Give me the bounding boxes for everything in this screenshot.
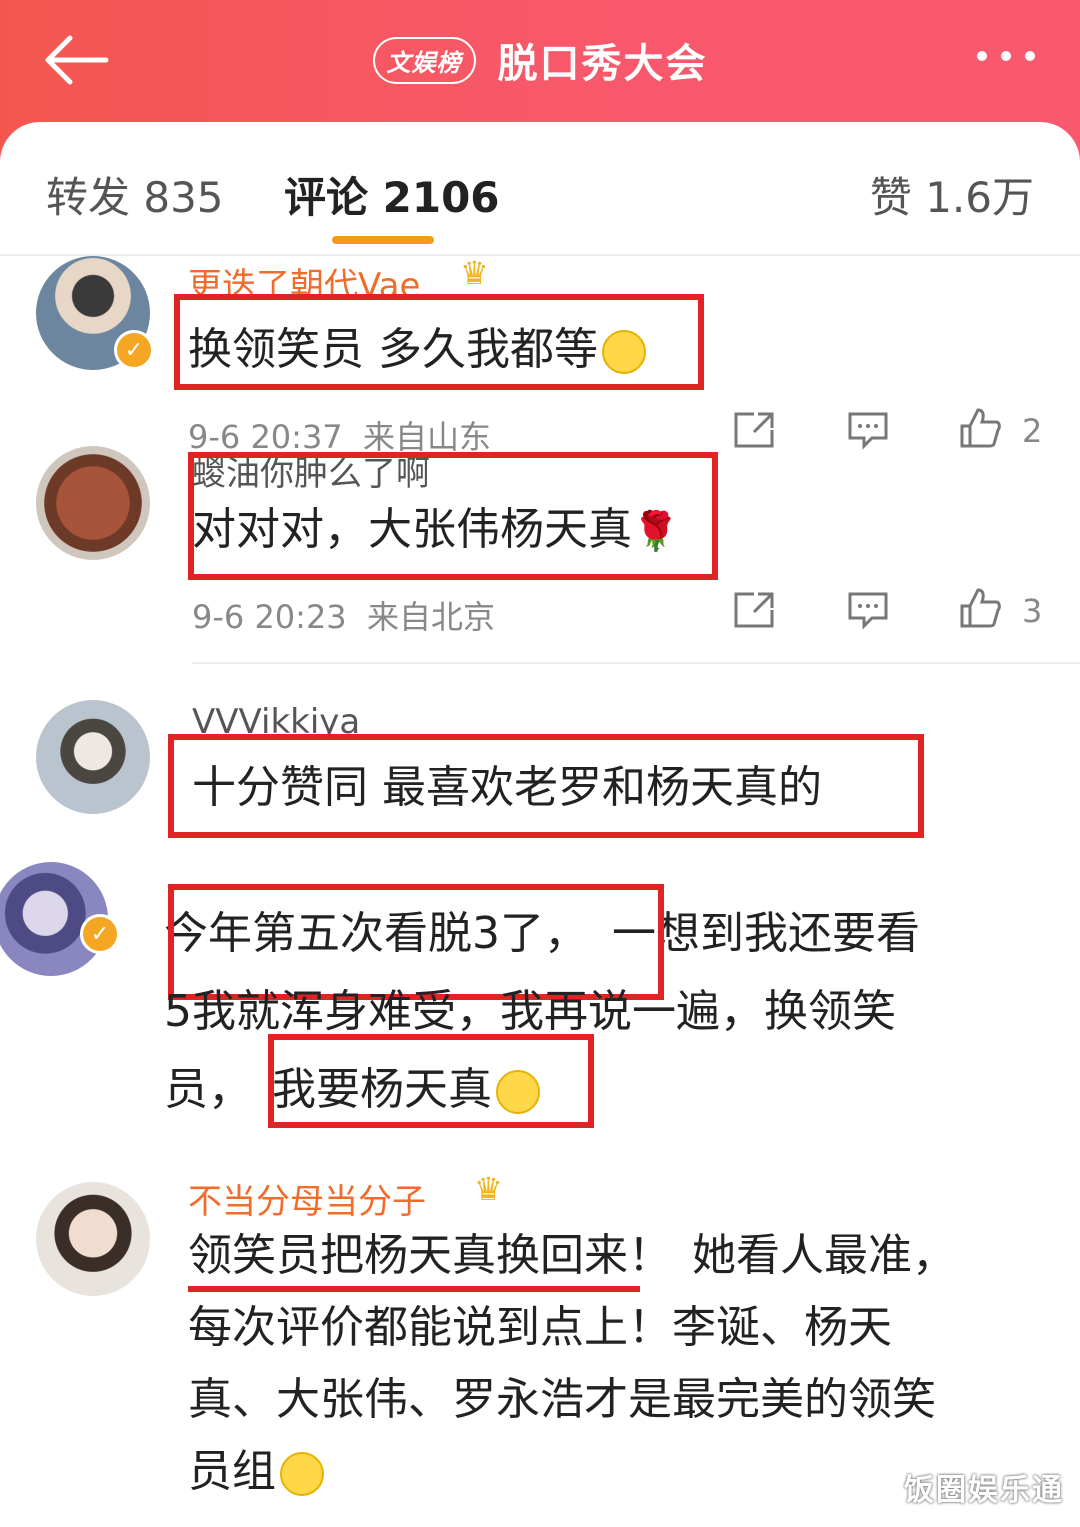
username[interactable]: VVVikkiya <box>192 702 360 742</box>
tab-bar: 转发 835 评论 2106 赞 1.6万 <box>0 122 1080 256</box>
comment-text: 换领笑员 多久我都等 <box>188 312 646 388</box>
share-icon[interactable] <box>732 590 776 630</box>
username[interactable]: 蝬油你肿么了啊 <box>192 446 430 495</box>
like-icon[interactable] <box>958 408 1002 448</box>
watermark: 饭圈娱乐通 <box>904 1473 1064 1508</box>
username[interactable]: 更迭了朝代Vae <box>188 258 420 307</box>
tab-comment[interactable]: 评论 2106 <box>284 164 500 225</box>
reply-icon[interactable] <box>846 410 890 450</box>
entertainment-list-badge[interactable]: 文娱榜 <box>372 36 476 84</box>
comment-text-line: 员， 我要杨天真 <box>164 1052 540 1128</box>
emoji-icon <box>496 1070 540 1114</box>
comment-text-line: 每次评价都能说到点上！李诞、杨天 <box>188 1302 892 1353</box>
title-group: 文娱榜 脱口秀大会 <box>0 30 1080 90</box>
comment-text: 对对对，大张伟杨天真🌹 <box>192 504 680 555</box>
verified-badge-icon: ✓ <box>114 330 154 370</box>
comment-text-line: 员组 <box>188 1434 324 1510</box>
avatar[interactable] <box>36 1182 150 1296</box>
crown-icon: ♛ <box>474 1170 503 1208</box>
like-count: 3 <box>1022 592 1043 630</box>
share-icon[interactable] <box>732 410 776 450</box>
page-title: 脱口秀大会 <box>497 41 708 87</box>
active-tab-indicator <box>332 236 434 244</box>
like-icon[interactable] <box>958 588 1002 628</box>
divider <box>192 662 1080 664</box>
emoji-icon <box>602 330 646 374</box>
comment-text-line: 5我就浑身难受，我再说一遍，换领笑 <box>164 986 896 1037</box>
more-options-icon[interactable] <box>974 46 1038 66</box>
avatar[interactable] <box>36 700 150 814</box>
comment-text-line: 真、大张伟、罗永浩才是最完美的领笑 <box>188 1374 936 1425</box>
username[interactable]: 不当分母当分子 <box>188 1174 426 1223</box>
verified-badge-icon: ✓ <box>80 914 120 954</box>
tab-like[interactable]: 赞 1.6万 <box>870 164 1034 225</box>
emoji-icon <box>280 1452 324 1496</box>
avatar[interactable] <box>36 446 150 560</box>
comment-meta: 9-6 20:23 来自北京 <box>192 598 496 636</box>
comment-text: 十分赞同 最喜欢老罗和杨天真的 <box>192 762 822 813</box>
comment-text-line: 今年第五次看脱3了， 一想到我还要看 <box>164 908 920 959</box>
rose-icon: 🌹 <box>632 509 680 553</box>
crown-icon: ♛ <box>460 254 489 292</box>
comment-text-line: 领笑员把杨天真换回来！ 她看人最准， <box>188 1230 956 1281</box>
tab-repost[interactable]: 转发 835 <box>46 164 224 225</box>
reply-icon[interactable] <box>846 590 890 630</box>
like-count: 2 <box>1022 412 1043 450</box>
